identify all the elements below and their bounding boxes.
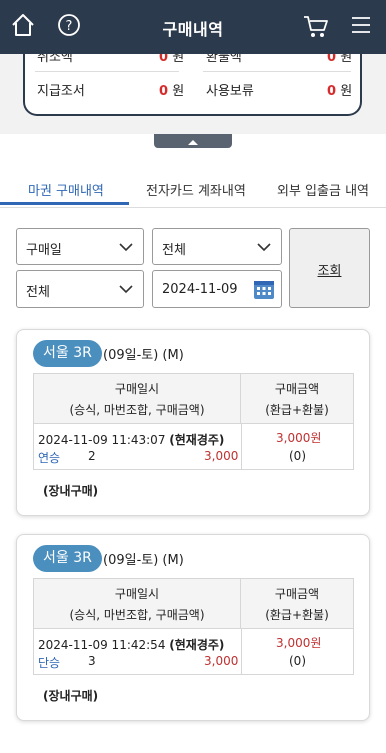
- table-header-left: 구매일시 (승식, 마번조합, 구매금액): [34, 374, 241, 424]
- summary-value: 0 원: [327, 54, 353, 65]
- table-header-left: 구매일시 (승식, 마번조합, 구매금액): [34, 579, 241, 629]
- summary-value: 0 원: [159, 84, 185, 99]
- bet-type: 연승: [38, 451, 61, 465]
- bet-amount: 3,000: [204, 449, 239, 463]
- header-text: (환급+환불): [265, 608, 329, 622]
- combination: 3: [88, 654, 96, 668]
- table-header-right: 구매금액 (환급+환불): [241, 374, 353, 424]
- refund-amount: (0): [289, 654, 306, 668]
- purchase-amount: 3,000원: [276, 636, 322, 650]
- race-date-info: (09일-토) (M): [103, 348, 184, 363]
- active-tab-indicator: [0, 202, 129, 205]
- header-text: 구매일시: [114, 587, 160, 601]
- summary-label: 사용보류: [206, 84, 254, 99]
- search-button[interactable]: 조회: [289, 228, 370, 308]
- select-value: 전체: [26, 285, 50, 300]
- header-text: 구매일시: [114, 382, 160, 396]
- select-value: 구매일: [26, 243, 62, 258]
- app-header: ? 구매내역: [0, 0, 386, 54]
- purchase-card: 서울 3R (09일-토) (M) 구매일시 (승식, 마번조합, 구매금액) …: [16, 329, 370, 516]
- summary-label: 취소액: [37, 54, 73, 65]
- race-badge: 서울 3R: [33, 340, 102, 367]
- race-date-info: (09일-토) (M): [103, 553, 184, 568]
- bet-type: 단승: [38, 656, 61, 670]
- divider: [241, 629, 242, 674]
- date-value: 2024-11-09: [162, 282, 238, 297]
- tab-card-account[interactable]: 전자카드 계좌내역: [146, 180, 246, 199]
- refund-amount: (0): [289, 449, 306, 463]
- calendar-icon[interactable]: [253, 278, 275, 300]
- header-text: (승식, 마번조합, 구매금액): [69, 403, 205, 417]
- divider: [35, 71, 179, 72]
- header-text: (환급+환불): [265, 403, 329, 417]
- divider: [203, 71, 351, 72]
- purchase-location: (장내구매): [43, 689, 99, 703]
- bet-amount: 3,000: [204, 654, 239, 668]
- divider: [241, 424, 242, 469]
- date-type-select[interactable]: 구매일: [16, 228, 144, 265]
- category-select[interactable]: 전체: [16, 270, 144, 308]
- summary-value: 0 원: [327, 84, 353, 99]
- cart-icon[interactable]: [302, 12, 332, 42]
- summary-value: 0 원: [159, 54, 185, 65]
- purchase-datetime: 2024-11-09 11:43:07 (현재경주): [38, 433, 225, 447]
- meet-select[interactable]: 전체: [152, 228, 282, 265]
- chevron-down-icon: [257, 243, 271, 252]
- menu-icon[interactable]: [348, 12, 378, 42]
- date-field[interactable]: 2024-11-09: [152, 270, 282, 308]
- header-text: (승식, 마번조합, 구매금액): [69, 608, 205, 622]
- summary-label: 지급조서: [37, 84, 85, 99]
- purchase-location: (장내구매): [43, 484, 99, 498]
- search-button-label: 조회: [317, 264, 342, 279]
- purchase-datetime: 2024-11-09 11:42:54 (현재경주): [38, 638, 225, 652]
- summary-label: 환불액: [206, 54, 242, 65]
- tab-external-transfer[interactable]: 외부 입출금 내역: [277, 180, 369, 199]
- collapse-summary-button[interactable]: [154, 134, 232, 148]
- purchase-table: 구매일시 (승식, 마번조합, 구매금액) 구매금액 (환급+환불) 2024-…: [33, 373, 354, 470]
- chevron-up-icon: [188, 140, 198, 145]
- combination: 2: [88, 449, 96, 463]
- purchase-table: 구매일시 (승식, 마번조합, 구매금액) 구매금액 (환급+환불) 2024-…: [33, 578, 354, 675]
- chevron-down-icon: [119, 285, 133, 294]
- header-text: 구매금액: [274, 587, 320, 601]
- select-value: 전체: [162, 243, 186, 258]
- race-badge: 서울 3R: [33, 545, 102, 572]
- purchase-amount: 3,000원: [276, 431, 322, 445]
- purchase-card: 서울 3R (09일-토) (M) 구매일시 (승식, 마번조합, 구매금액) …: [16, 534, 370, 721]
- summary-box: 취소액 0 원 환불액 0 원 지급조서 0 원 사용보류 0 원: [23, 54, 362, 116]
- chevron-down-icon: [119, 243, 133, 252]
- table-header-right: 구매금액 (환급+환불): [241, 579, 353, 629]
- tab-purchase-history[interactable]: 마권 구매내역: [28, 180, 104, 199]
- header-text: 구매금액: [274, 382, 320, 396]
